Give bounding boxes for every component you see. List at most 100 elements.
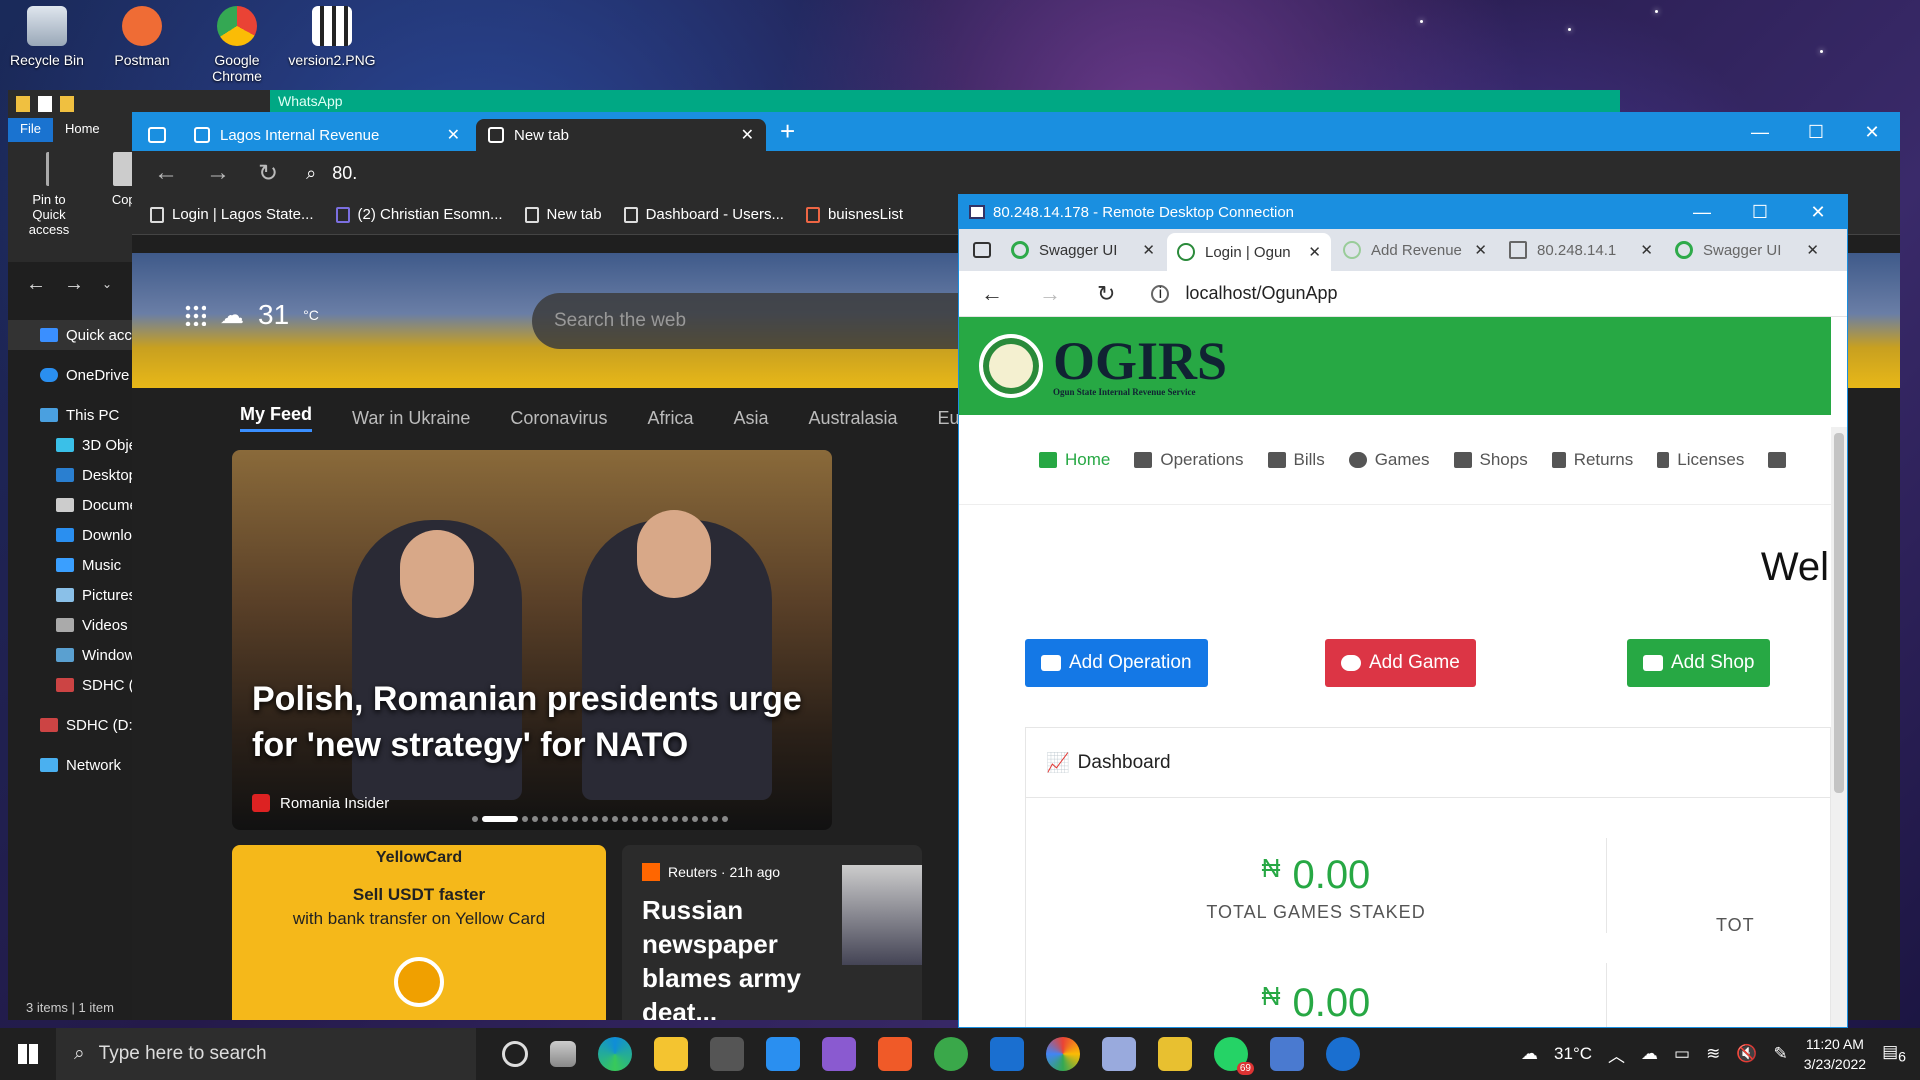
utorrent-icon[interactable] [934,1037,968,1071]
add-game-button[interactable]: Add Game [1325,639,1476,687]
wifi-icon[interactable]: ≋ [1706,1044,1720,1064]
carousel-dots[interactable] [472,816,728,822]
task-view-icon[interactable] [550,1041,576,1067]
close-window-icon[interactable]: ✕ [1844,115,1900,149]
address-text[interactable]: 80. [332,163,357,184]
edge-icon[interactable] [598,1037,632,1071]
battery-icon[interactable]: ▭ [1674,1044,1690,1064]
add-operation-button[interactable]: Add Operation [1025,639,1208,687]
close-icon[interactable]: ✕ [1474,241,1487,259]
feed-tab-africa[interactable]: Africa [647,408,693,429]
tab-lagos-internal-revenue[interactable]: Lagos Internal Revenue ✕ [182,119,472,151]
whatsapp-window-titlebar[interactable]: WhatsApp [270,90,1620,112]
help-icon[interactable] [1326,1037,1360,1071]
feed-tab-australasia[interactable]: Australasia [808,408,897,429]
info-icon[interactable]: i [1151,284,1170,303]
close-icon[interactable]: ✕ [741,125,754,145]
minimize-icon[interactable]: — [1673,195,1731,229]
forward-arrow-icon[interactable]: → [206,159,230,187]
desktop-icon-postman[interactable]: Postman [97,6,187,68]
chrome-icon[interactable] [1046,1037,1080,1071]
bookmark-buisneslist[interactable]: buisnesList [805,206,903,223]
menu-more[interactable] [1768,451,1787,468]
tab-login-ogun[interactable]: Login | Ogun ✕ [1167,233,1331,271]
feed-tab-war-in-ukraine[interactable]: War in Ukraine [352,408,470,429]
apps-grid-icon[interactable] [184,304,206,326]
yellowcard-ad[interactable]: YellowCard Sell USDT faster with bank tr… [232,845,606,1020]
remote-desktop-icon[interactable] [1270,1037,1304,1071]
close-window-icon[interactable]: ✕ [1789,195,1847,229]
close-icon[interactable]: ✕ [1142,241,1155,259]
tab-file[interactable]: File [8,118,53,142]
visual-studio-icon[interactable] [822,1037,856,1071]
back-arrow-icon[interactable]: ← [26,273,46,296]
tab-new-tab[interactable]: New tab ✕ [476,119,766,151]
file-explorer-icon[interactable] [654,1037,688,1071]
pen-icon[interactable]: ✎ [1774,1044,1788,1064]
forward-arrow-icon[interactable]: → [64,273,84,296]
refresh-icon[interactable]: ↻ [258,159,278,188]
back-arrow-icon[interactable]: ← [154,159,178,187]
feed-tab-asia[interactable]: Asia [733,408,768,429]
new-folder-icon[interactable] [60,96,74,112]
address-bar[interactable]: ⌕ 80. [306,163,357,184]
remote-desktop-window[interactable]: 80.248.14.178 - Remote Desktop Connectio… [958,194,1848,1028]
maximize-icon[interactable]: ☐ [1788,115,1844,149]
cortana-icon[interactable] [502,1041,528,1067]
add-shop-button[interactable]: Add Shop [1627,639,1771,687]
minimize-icon[interactable]: — [1732,115,1788,149]
chevron-up-icon[interactable]: ︿ [1608,1042,1625,1067]
menu-returns[interactable]: Returns [1551,450,1633,470]
taskbar-search[interactable]: ⌕ Type here to search [56,1028,476,1080]
bookmark-dashboard-users[interactable]: Dashboard - Users... [623,206,784,223]
top-story-card[interactable]: Polish, Romanian presidents urge for 'ne… [232,450,832,830]
tab-add-revenue[interactable]: Add Revenue ✕ [1333,233,1497,267]
terminal-icon[interactable] [710,1037,744,1071]
close-icon[interactable]: ✕ [1308,243,1321,261]
close-icon[interactable]: ✕ [447,125,460,145]
tab-swagger-ui-2[interactable]: Swagger UI ✕ [1665,233,1829,267]
whatsapp-icon[interactable]: 69 [1214,1037,1254,1075]
volume-muted-icon[interactable]: 🔇 [1736,1044,1757,1064]
menu-operations[interactable]: Operations [1134,450,1244,470]
menu-home[interactable]: Home [1039,450,1110,470]
desktop-icon-recycle-bin[interactable]: Recycle Bin [2,6,92,68]
paint-icon[interactable] [1158,1037,1192,1071]
refresh-icon[interactable]: ↻ [1097,281,1115,307]
desktop-icon-version2[interactable]: version2.PNG [287,6,377,68]
story-title[interactable]: Russian newspaper blames army deat... [642,893,862,1020]
close-icon[interactable]: ✕ [1806,241,1819,259]
bookmark-new-tab[interactable]: New tab [524,206,602,223]
feed-tab-coronavirus[interactable]: Coronavirus [510,408,607,429]
bookmark-christian[interactable]: (2) Christian Esomn... [335,206,503,223]
reuters-story-card[interactable]: Reuters · 21h ago Russian newspaper blam… [622,845,922,1020]
new-tab-plus-icon[interactable]: + [770,116,805,151]
notepad-icon[interactable] [1102,1037,1136,1071]
address-bar[interactable]: i localhost/OgunApp [1151,283,1338,304]
tab-home[interactable]: Home [53,118,112,142]
page-scrollbar[interactable] [1831,427,1847,1027]
folder-icon[interactable] [16,96,30,112]
weather-widget[interactable]: ☁ 31 °C [184,299,319,331]
address-text[interactable]: localhost/OgunApp [1185,283,1337,304]
onedrive-icon[interactable]: ☁ [1641,1044,1658,1064]
close-icon[interactable]: ✕ [1640,241,1653,259]
properties-icon[interactable] [38,96,52,112]
tray-weather[interactable]: 31°C [1554,1044,1592,1064]
weather-cloud-icon[interactable]: ☁ [1521,1044,1538,1064]
bookmark-login-lagos[interactable]: Login | Lagos State... [150,206,314,223]
pin-to-quick-access-button[interactable]: Pin to Quick access [14,152,84,252]
menu-bills[interactable]: Bills [1267,450,1325,470]
top-story-headline[interactable]: Polish, Romanian presidents urge for 'ne… [252,676,832,768]
vscode-icon[interactable] [766,1037,800,1071]
tab-ip-address[interactable]: 80.248.14.1 ✕ [1499,233,1663,267]
start-button[interactable] [0,1028,56,1080]
forward-arrow-icon[interactable]: → [1039,281,1061,307]
outlook-icon[interactable] [990,1037,1024,1071]
feed-tab-my-feed[interactable]: My Feed [240,404,313,432]
tab-actions-icon[interactable] [973,242,991,258]
brave-icon[interactable] [878,1037,912,1071]
tab-swagger-ui[interactable]: Swagger UI ✕ [1001,233,1165,267]
tab-actions-icon[interactable] [148,127,166,143]
scrollbar-thumb[interactable] [1834,433,1844,793]
